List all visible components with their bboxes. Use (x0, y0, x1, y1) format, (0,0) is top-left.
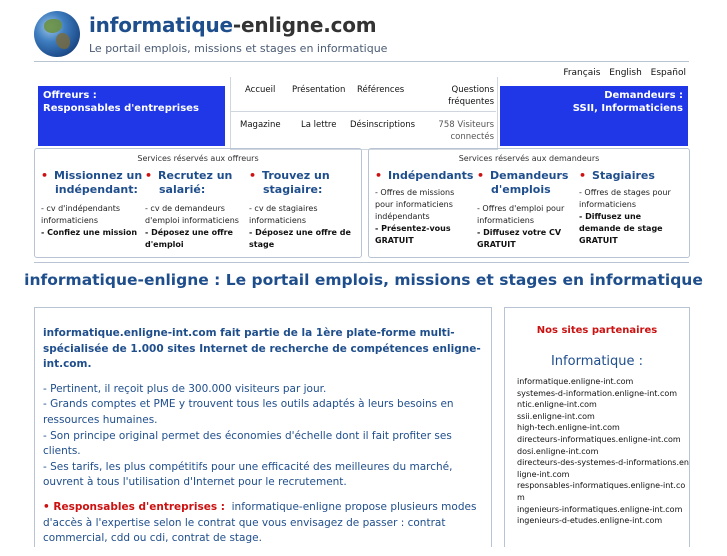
partner-sites-panel: Nos sites partenaires Informatique : inf… (504, 307, 690, 547)
presentez-vous-link[interactable]: - Présentez-vous (375, 224, 451, 233)
site-title[interactable]: informatique-enligne.com (89, 13, 377, 37)
partner-link[interactable]: ssii.enligne-int.com (517, 411, 689, 423)
demand-services-panel: Services réservés aux demandeurs • Indépe… (368, 148, 690, 258)
partner-link[interactable]: ingenieurs-d-etudes.enligne-int.com (517, 515, 689, 527)
lang-francais-link[interactable]: Français (563, 68, 600, 78)
offer-panel-heading: Services réservés aux offreurs (137, 154, 259, 163)
point-tarifs: - Ses tarifs, les plus compétitifs pour … (43, 460, 453, 489)
nav-questions-line1: Questions (451, 85, 494, 95)
nav-presentation[interactable]: Présentation (292, 84, 345, 96)
bullet-icon: • (145, 169, 153, 182)
offreurs-box[interactable]: Offreurs : Responsables d'entreprises (38, 86, 225, 146)
demandeurs-subtitle: SSII, Informaticiens (572, 103, 683, 114)
intro-text: informatique.enligne-int.com fait partie… (43, 327, 481, 371)
nav-accueil[interactable]: Accueil (245, 84, 275, 96)
confiez-mission-link[interactable]: - Confiez une mission (41, 228, 137, 237)
bullet-icon: • (579, 169, 587, 182)
bullet-icon: • (477, 169, 485, 182)
offer-services-panel: Services réservés aux offreurs • Missionn… (34, 148, 362, 258)
nav-divider (230, 111, 496, 112)
partner-link[interactable]: directeurs-des-systemes-d-informations.e… (517, 457, 689, 480)
offer-col-mission-title[interactable]: • Missionnez un indépendant: (41, 169, 142, 197)
demandeurs-box[interactable]: Demandeurs : SSII, Informaticiens (500, 86, 688, 146)
demandeurs-title: Demandeurs : (604, 90, 683, 101)
lang-english-link[interactable]: English (609, 68, 642, 78)
demand-col-independants-text: - Offres de missions pour informaticiens… (375, 188, 455, 245)
header-divider (34, 61, 689, 62)
demand-col-emplois-text: - Offres d'emploi pour informaticiens - … (477, 204, 565, 249)
demand-panel-heading: Services réservés aux demandeurs (458, 154, 600, 163)
nav-desinscriptions[interactable]: Désinscriptions (350, 119, 415, 131)
bullet-icon: • (375, 169, 383, 182)
demand-col-stagiaires-text: - Offres de stages pour informaticiens -… (579, 188, 671, 245)
lang-espanol-link[interactable]: Español (651, 68, 686, 78)
partner-link[interactable]: dosi.enligne-int.com (517, 446, 689, 458)
diffusez-demande-stage-link[interactable]: - Diffusez une (579, 212, 641, 221)
offreurs-subtitle: Responsables d'entreprises (43, 103, 199, 114)
partner-link[interactable]: informatique.enligne-int.com (517, 376, 689, 388)
demand-col-stagiaires-title[interactable]: • Stagiaires (579, 169, 655, 183)
tagline: Le portail emplois, missions et stages e… (89, 42, 388, 55)
offer-col-stagiaire-title[interactable]: • Trouvez un stagiaire: (249, 169, 330, 197)
nav-questions-line2: fréquentes (448, 97, 494, 107)
point-principe: - Son principe original permet des écono… (43, 429, 452, 458)
partner-link[interactable]: systemes-d-information.enligne-int.com (517, 388, 689, 400)
offreurs-title: Offreurs : (43, 90, 97, 101)
offer-col-recrutez-title[interactable]: • Recrutez un salarié: (145, 169, 232, 197)
responsables-paragraph: • Responsables d'entreprises : informati… (43, 500, 477, 545)
deposez-offre-stage-link[interactable]: - Déposez une offre de (249, 228, 351, 237)
partner-link[interactable]: high-tech.enligne-int.com (517, 422, 689, 434)
offer-col-stagiaire-text: - cv de stagiaires informaticiens - Dépo… (249, 204, 351, 249)
nav-references[interactable]: Références (357, 84, 404, 96)
demand-col-emplois-title[interactable]: • Demandeurs d'emplois (477, 169, 568, 197)
offer-col-mission-text: - cv d'indépendants informaticiens - Con… (41, 204, 138, 237)
language-switcher: Français English Español (557, 68, 686, 78)
bullet-icon: • (249, 169, 257, 182)
diffusez-cv-link[interactable]: - Diffusez votre CV (477, 228, 561, 237)
partner-link[interactable]: ntic.enligne-int.com (517, 399, 689, 411)
partner-title: Nos sites partenaires (536, 325, 658, 336)
visitors-count: 758 Visiteurs (438, 120, 494, 130)
bullet-icon: • (41, 169, 49, 182)
deposez-offre-emploi-link[interactable]: - Déposez une offre (145, 228, 233, 237)
nav-lettre[interactable]: La lettre (301, 119, 336, 131)
point-grands-comptes: - Grands comptes et PME y trouvent tous … (43, 398, 454, 426)
point-pertinent: - Pertinent, il reçoit plus de 300.000 v… (43, 382, 327, 395)
page-title: informatique-enligne : Le portail emploi… (24, 271, 703, 289)
offer-col-recrutez-text: - cv de demandeurs d'emploi informaticie… (145, 204, 239, 249)
nav-magazine[interactable]: Magazine (240, 119, 281, 131)
partner-link[interactable]: responsables-informatiques.enligne-int.c… (517, 480, 689, 503)
partner-category: Informatique : (550, 354, 644, 369)
partner-link[interactable]: directeurs-informatiques.enligne-int.com (517, 434, 689, 446)
partner-link[interactable]: ingenieurs-informatiques.enligne-int.com (517, 504, 689, 516)
demand-col-independants-title[interactable]: • Indépendants (375, 169, 473, 183)
main-content: informatique.enligne-int.com fait partie… (34, 307, 492, 547)
globe-logo-icon (34, 11, 80, 57)
responsables-label: Responsables d'entreprises : (53, 500, 225, 513)
nav-questions[interactable]: Questions fréquentes (440, 84, 494, 108)
partner-list: informatique.enligne-int.com systemes-d-… (517, 376, 689, 527)
section-divider (34, 262, 689, 263)
visitors-label: connectés (450, 132, 494, 142)
visitors-counter: 758 Visiteurs connectés (428, 119, 494, 143)
